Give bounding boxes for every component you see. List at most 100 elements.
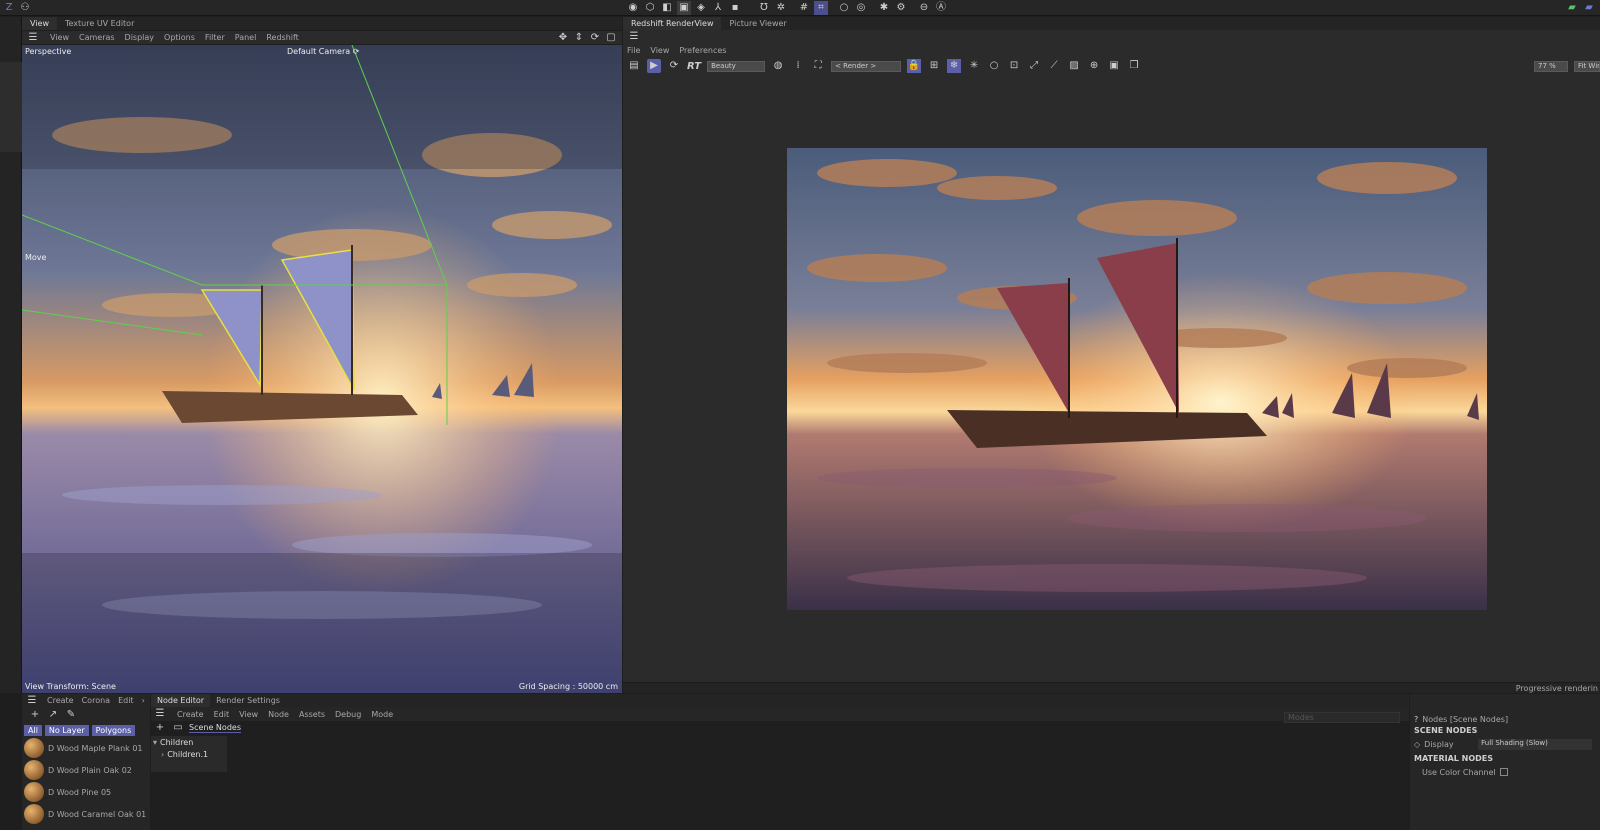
crop-icon[interactable]: ⛶ bbox=[811, 59, 825, 73]
perspective-viewport[interactable]: Perspective Default Camera ⟳ Move View T… bbox=[22, 45, 622, 693]
cube-icon[interactable]: ▣ bbox=[677, 1, 691, 15]
move-icon[interactable]: ⬡ bbox=[643, 1, 657, 15]
hamburger-icon[interactable]: ☰ bbox=[26, 31, 40, 45]
render-menu-file[interactable]: File bbox=[627, 46, 640, 55]
node-menu-assets[interactable]: Assets bbox=[299, 710, 325, 719]
merge-icon[interactable]: ◈ bbox=[694, 1, 708, 15]
menu-options[interactable]: Options bbox=[164, 33, 195, 42]
maximize-icon[interactable]: ▢ bbox=[604, 31, 618, 45]
object-icon[interactable]: ▪ bbox=[728, 1, 742, 15]
a-icon[interactable]: Ⓐ bbox=[934, 1, 948, 15]
menu-filter[interactable]: Filter bbox=[205, 33, 225, 42]
magnet-icon[interactable]: Ʊ bbox=[757, 1, 771, 15]
tab-render-settings[interactable]: Render Settings bbox=[210, 694, 286, 707]
zoom-input[interactable]: 77 % bbox=[1534, 60, 1568, 72]
material-item[interactable]: D Wood Caramel Oak 01 bbox=[22, 803, 150, 825]
copy-icon[interactable]: ❐ bbox=[1127, 59, 1141, 73]
tree-icon[interactable]: ⚇ bbox=[18, 1, 32, 15]
chevron-right-icon[interactable]: › bbox=[142, 696, 145, 705]
image-icon[interactable]: ▨ bbox=[1067, 59, 1081, 73]
grid-view-icon[interactable]: ⊞ bbox=[927, 59, 941, 73]
frost-icon[interactable]: ✳ bbox=[967, 59, 981, 73]
menu-redshift[interactable]: Redshift bbox=[266, 33, 298, 42]
display-select[interactable]: Full Shading (Slow) bbox=[1478, 738, 1593, 750]
tree-item-children[interactable]: ▾ Children bbox=[151, 736, 227, 748]
node-menu-mode[interactable]: Mode bbox=[371, 710, 393, 719]
gear-icon[interactable]: ✲ bbox=[774, 1, 788, 15]
beauty-select[interactable]: Beauty bbox=[707, 60, 766, 72]
snowflake-icon[interactable]: ❄ bbox=[947, 59, 962, 73]
ring-icon[interactable]: ⊖ bbox=[917, 1, 931, 15]
fit-window-button[interactable]: Fit Window bbox=[1574, 60, 1600, 72]
hamburger-icon[interactable]: ☰ bbox=[153, 707, 167, 721]
radio-icon[interactable]: ◇ bbox=[1414, 740, 1420, 749]
filter-all[interactable]: All bbox=[24, 724, 42, 736]
camera-label[interactable]: Default Camera ⟳ bbox=[287, 47, 359, 56]
rotate-icon[interactable]: ⟳ bbox=[588, 31, 602, 45]
dots-grid-icon[interactable]: ⁞ bbox=[791, 59, 805, 73]
chevron-right-icon[interactable]: › bbox=[161, 750, 164, 759]
scene-nodes-button[interactable]: Scene Nodes bbox=[189, 723, 241, 733]
node-menu-view[interactable]: View bbox=[239, 710, 258, 719]
pencil-icon[interactable]: ✎ bbox=[64, 708, 78, 722]
box-icon[interactable]: ◧ bbox=[660, 1, 674, 15]
tab-node-editor[interactable]: Node Editor bbox=[151, 694, 211, 707]
material-item[interactable]: D Wood Maple Plank 01 bbox=[22, 737, 150, 759]
expand-icon[interactable]: ⤢ bbox=[1027, 59, 1041, 73]
node-menu-node[interactable]: Node bbox=[268, 710, 289, 719]
layout-icon[interactable]: ▰ bbox=[1565, 1, 1579, 15]
add-icon[interactable]: + bbox=[28, 708, 42, 722]
node-menu-debug[interactable]: Debug bbox=[335, 710, 361, 719]
tab-redshift-renderview[interactable]: Redshift RenderView bbox=[623, 17, 722, 30]
zoom-icon[interactable]: ⇕ bbox=[572, 31, 586, 45]
use-color-channel-checkbox[interactable] bbox=[1499, 768, 1508, 776]
node-menu-edit[interactable]: Edit bbox=[214, 710, 230, 719]
render-menu-preferences[interactable]: Preferences bbox=[679, 46, 726, 55]
wand-icon[interactable]: ⟋ bbox=[1047, 59, 1061, 73]
render-menu-view[interactable]: View bbox=[650, 46, 669, 55]
pan-icon[interactable]: ✥ bbox=[556, 31, 570, 45]
color-mode-icon[interactable]: ◍ bbox=[771, 59, 785, 73]
bug-icon[interactable]: ✱ bbox=[877, 1, 891, 15]
settings-icon[interactable]: ⚙ bbox=[894, 1, 908, 15]
chevron-down-icon[interactable]: ▾ bbox=[153, 738, 157, 747]
layout-2-icon[interactable]: ▰ bbox=[1582, 1, 1596, 15]
menu-panel[interactable]: Panel bbox=[235, 33, 257, 42]
tab-picture-viewer[interactable]: Picture Viewer bbox=[721, 17, 794, 30]
focus-icon[interactable]: ⊡ bbox=[1007, 59, 1021, 73]
hamburger-icon[interactable]: ☰ bbox=[25, 694, 39, 708]
clapper-icon[interactable]: ▤ bbox=[627, 59, 641, 73]
material-item[interactable]: D Wood Plain Oak 02 bbox=[22, 759, 150, 781]
lock-icon[interactable]: 🔒 bbox=[907, 59, 922, 73]
snap-icon[interactable]: ⌗ bbox=[814, 1, 828, 15]
material-item[interactable]: D Wood Pine 05 bbox=[22, 781, 150, 803]
rt-label[interactable]: RT bbox=[687, 61, 701, 72]
filter-polygons[interactable]: Polygons bbox=[91, 724, 136, 736]
material-menu-corona[interactable]: Corona bbox=[82, 696, 110, 705]
tab-view[interactable]: View bbox=[22, 17, 57, 30]
menu-display[interactable]: Display bbox=[125, 33, 155, 42]
menu-view[interactable]: View bbox=[50, 33, 69, 42]
hamburger-icon[interactable]: ☰ bbox=[627, 30, 641, 44]
save-image-icon[interactable]: ▣ bbox=[1107, 59, 1121, 73]
render-select[interactable]: < Render > bbox=[831, 60, 902, 72]
dot-icon[interactable]: ◎ bbox=[854, 1, 868, 15]
folder-icon[interactable]: ▭ bbox=[171, 721, 185, 735]
circle-icon[interactable]: ○ bbox=[837, 1, 851, 15]
material-menu-edit[interactable]: Edit bbox=[118, 696, 134, 705]
grid-icon[interactable]: # bbox=[797, 1, 811, 15]
axis-icon[interactable]: ⅄ bbox=[711, 1, 725, 15]
circle-icon[interactable]: ○ bbox=[987, 59, 1001, 73]
help-icon[interactable]: ? bbox=[1414, 715, 1418, 724]
arrow-icon[interactable]: ↗ bbox=[46, 708, 60, 722]
add-image-icon[interactable]: ⊕ bbox=[1087, 59, 1101, 73]
filter-no-layer[interactable]: No Layer bbox=[44, 724, 89, 736]
select-icon[interactable]: ◉ bbox=[626, 1, 640, 15]
menu-cameras[interactable]: Cameras bbox=[79, 33, 115, 42]
tree-item-children-1[interactable]: › Children.1 bbox=[151, 748, 227, 760]
node-menu-create[interactable]: Create bbox=[177, 710, 204, 719]
tab-texture-uv[interactable]: Texture UV Editor bbox=[57, 17, 142, 30]
add-icon[interactable]: + bbox=[153, 721, 167, 735]
refresh-icon[interactable]: ⟳ bbox=[667, 59, 681, 73]
play-icon[interactable]: ▶ bbox=[647, 59, 661, 73]
